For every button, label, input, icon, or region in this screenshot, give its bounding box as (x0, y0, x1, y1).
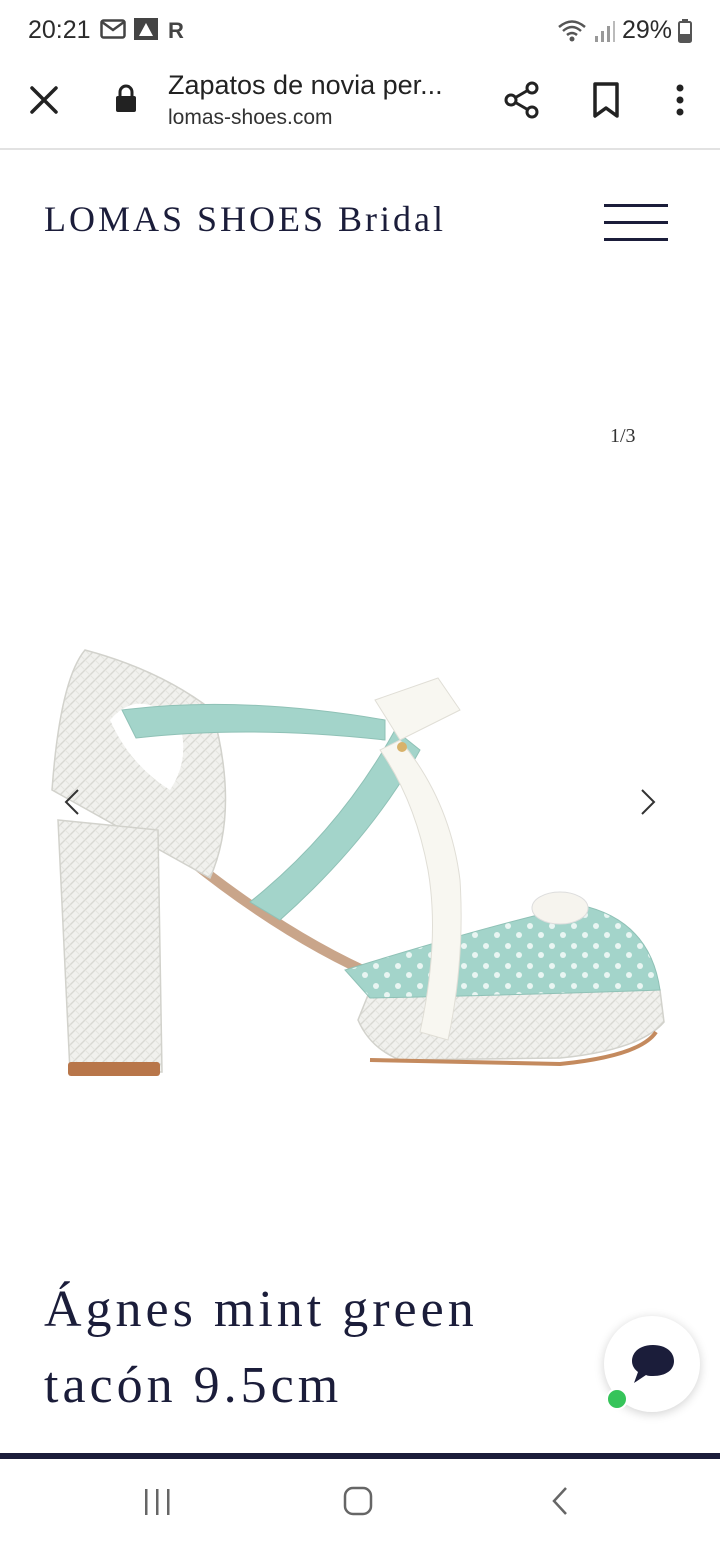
home-icon[interactable] (342, 1485, 374, 1517)
app-icon (134, 18, 158, 40)
chat-bubble-icon (632, 1345, 674, 1383)
hamburger-line (604, 204, 668, 207)
online-status-dot (606, 1388, 628, 1410)
product-title: Ágnes mint green tacón 9.5cm (44, 1272, 584, 1424)
hamburger-line (604, 238, 668, 241)
lock-icon[interactable] (114, 84, 138, 114)
gallery-counter: 1/3 (610, 425, 636, 447)
wifi-icon (558, 19, 586, 41)
r-app-icon: R (168, 18, 184, 40)
status-system-icons: 29% (556, 16, 692, 45)
product-title-line: tacón 9.5cm (44, 1357, 343, 1414)
browser-toolbar: Zapatos de novia per... lomas-shoes.com (0, 62, 720, 150)
back-icon[interactable] (548, 1485, 574, 1517)
chevron-left-icon[interactable] (58, 782, 88, 822)
status-notification-icons: R (100, 18, 186, 40)
product-title-line: Ágnes mint green (44, 1281, 478, 1338)
system-navigation-bar (0, 1459, 720, 1544)
battery-percent: 29% (621, 16, 672, 44)
signal-icon (594, 20, 615, 42)
hamburger-line (604, 221, 668, 224)
svg-text:R: R (168, 18, 184, 40)
gmail-icon (100, 19, 126, 39)
brand-logo[interactable]: LOMAS SHOES Bridal (44, 198, 446, 240)
chevron-right-icon[interactable] (632, 782, 662, 822)
hamburger-icon[interactable] (604, 202, 668, 246)
status-time: 20:21 (28, 16, 91, 44)
recents-icon[interactable] (140, 1487, 174, 1517)
close-icon[interactable] (24, 80, 64, 120)
battery-icon (678, 18, 692, 43)
share-icon[interactable] (502, 80, 542, 120)
page-url[interactable]: lomas-shoes.com (168, 106, 333, 130)
product-gallery[interactable]: 1/3 (0, 270, 720, 1230)
more-vert-icon[interactable] (666, 80, 694, 120)
product-image (51, 649, 665, 1076)
status-bar: 20:21 R 29% (0, 0, 720, 62)
bookmark-icon[interactable] (588, 80, 624, 120)
page-title[interactable]: Zapatos de novia per... (168, 70, 443, 101)
